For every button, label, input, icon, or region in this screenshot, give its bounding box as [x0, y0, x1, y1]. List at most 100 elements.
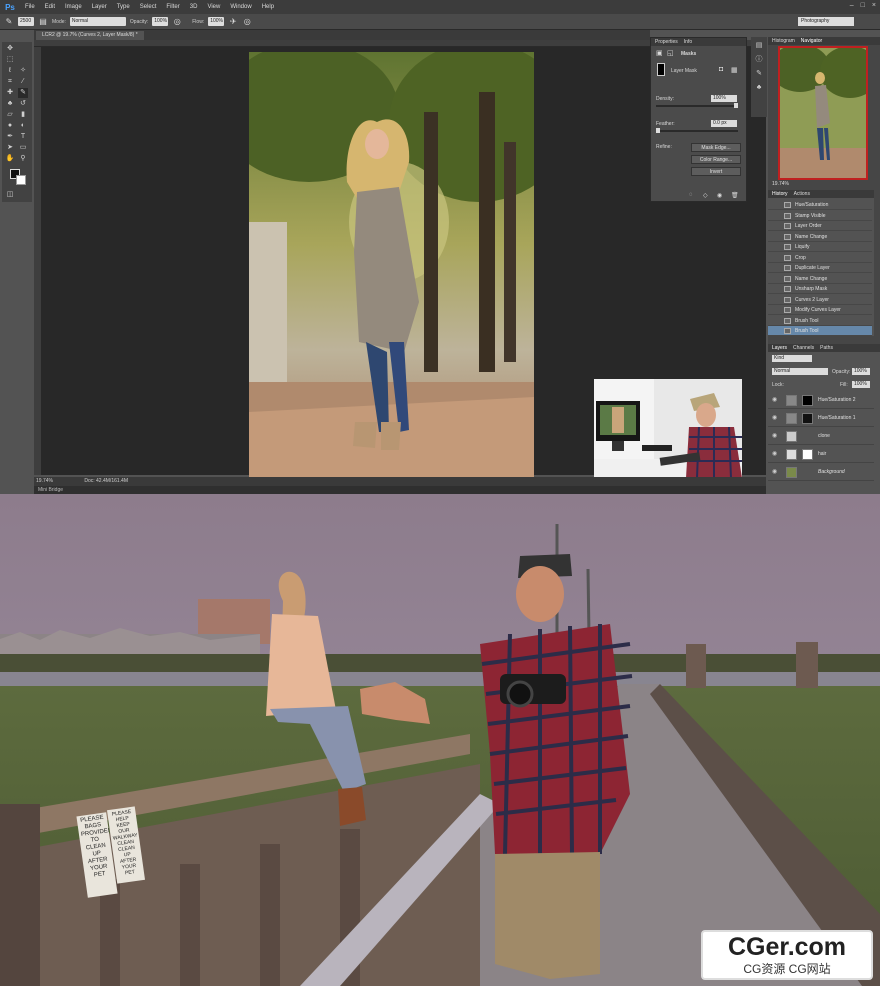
invert-button[interactable]: Invert: [691, 167, 741, 176]
tab-history[interactable]: History: [772, 190, 788, 198]
history-item[interactable]: Name Change: [768, 232, 872, 242]
apply-mask-icon[interactable]: ◇: [703, 192, 708, 199]
history-item[interactable]: Crop: [768, 253, 872, 263]
layer-filter-select[interactable]: Kind: [772, 355, 812, 362]
history-item[interactable]: Curves 2 Layer: [768, 295, 872, 305]
eye-icon[interactable]: ◉: [772, 410, 777, 427]
zoom-tool-icon[interactable]: ⚲: [18, 154, 28, 164]
blend-mode-select[interactable]: Normal: [772, 368, 828, 375]
opacity-field[interactable]: 100%: [152, 17, 169, 26]
feather-slider-handle[interactable]: [656, 128, 660, 133]
gradient-tool-icon[interactable]: ▮: [18, 110, 28, 120]
menu-view[interactable]: View: [202, 4, 225, 10]
load-selection-icon[interactable]: ◌: [689, 192, 693, 198]
layer-row[interactable]: ◉ Hue/Saturation 1: [768, 410, 874, 427]
history-item[interactable]: Modify Curves Layer: [768, 305, 872, 315]
layer-mask-thumbnail[interactable]: [802, 395, 813, 406]
marquee-tool-icon[interactable]: ⬚: [5, 55, 15, 65]
layer-mask-thumbnail[interactable]: [802, 449, 813, 460]
menu-type[interactable]: Type: [112, 4, 135, 10]
vector-mask-icon[interactable]: ◱: [667, 49, 674, 57]
history-item[interactable]: Hue/Saturation: [768, 200, 872, 210]
density-field[interactable]: 100%: [711, 95, 737, 102]
info-panel-icon[interactable]: ⓘ: [754, 55, 764, 65]
color-range-button[interactable]: Color Range...: [691, 155, 741, 164]
fill-field[interactable]: 100%: [852, 381, 870, 388]
pen-tool-icon[interactable]: ✒: [5, 132, 15, 142]
eye-icon[interactable]: ◉: [772, 392, 777, 409]
type-tool-icon[interactable]: T: [18, 132, 28, 142]
doc-size-readout[interactable]: Doc: 42.4M/161.4M: [84, 478, 128, 484]
crop-tool-icon[interactable]: ⌗: [5, 77, 15, 87]
clone-source-icon[interactable]: ♣: [754, 83, 764, 93]
pressure-opacity-icon[interactable]: ◎: [172, 17, 182, 27]
tab-layers[interactable]: Layers: [772, 344, 787, 352]
eraser-tool-icon[interactable]: ▱: [5, 110, 15, 120]
layers-opacity-field[interactable]: 100%: [852, 368, 870, 375]
airbrush-icon[interactable]: ✈: [228, 17, 238, 27]
eye-icon[interactable]: ◉: [772, 446, 777, 463]
hand-tool-icon[interactable]: ✋: [5, 154, 15, 164]
brush-presets-icon[interactable]: ✎: [754, 69, 764, 79]
layer-row[interactable]: ◉ Background: [768, 464, 874, 481]
feather-field[interactable]: 0.0 px: [711, 120, 737, 127]
history-item[interactable]: Stamp Visible: [768, 211, 872, 221]
path-select-tool-icon[interactable]: ➤: [5, 143, 15, 153]
disable-mask-icon[interactable]: ◉: [717, 192, 722, 199]
healing-tool-icon[interactable]: ✚: [5, 88, 15, 98]
navigator-preview[interactable]: [778, 46, 868, 180]
menu-image[interactable]: Image: [60, 4, 87, 10]
feather-slider[interactable]: [656, 130, 738, 132]
history-item[interactable]: Layer Order: [768, 221, 872, 231]
clone-stamp-tool-icon[interactable]: ♣: [5, 99, 15, 109]
menu-window[interactable]: Window: [225, 4, 256, 10]
menu-help[interactable]: Help: [257, 4, 279, 10]
menu-3d[interactable]: 3D: [185, 4, 203, 10]
move-tool-icon[interactable]: ✥: [5, 44, 15, 54]
brush-tool-icon[interactable]: ✎: [18, 88, 28, 98]
canvas-image[interactable]: [249, 52, 534, 478]
eyedropper-tool-icon[interactable]: ⁄: [18, 77, 28, 87]
tab-info[interactable]: Info: [684, 38, 692, 46]
quick-select-tool-icon[interactable]: ✧: [18, 66, 28, 76]
mini-bridge-bar[interactable]: Mini Bridge: [34, 486, 766, 494]
history-item[interactable]: Duplicate Layer: [768, 263, 872, 273]
shape-tool-icon[interactable]: ▭: [18, 143, 28, 153]
brush-size-field[interactable]: 2500: [18, 17, 34, 26]
dodge-tool-icon[interactable]: ◐: [18, 121, 28, 131]
tab-paths[interactable]: Paths: [820, 344, 833, 352]
layer-row[interactable]: ◉ Hue/Saturation 2: [768, 392, 874, 409]
zoom-readout[interactable]: 19.74%: [36, 478, 53, 484]
layer-row[interactable]: ◉ hair: [768, 446, 874, 463]
menu-filter[interactable]: Filter: [161, 4, 184, 10]
history-item[interactable]: Unsharp Mask: [768, 284, 872, 294]
layer-mask-thumbnail[interactable]: [802, 413, 813, 424]
brush-panel-icon[interactable]: ▤: [38, 17, 48, 27]
minimize-button[interactable]: –: [850, 2, 854, 9]
delete-mask-icon[interactable]: 🗑: [731, 192, 739, 199]
mode-select[interactable]: Normal: [69, 17, 126, 26]
brush-tool-preset-icon[interactable]: ✎: [4, 17, 14, 27]
add-mask-icon[interactable]: ▦: [731, 66, 738, 74]
workspace-select[interactable]: Photography: [798, 17, 854, 26]
history-item[interactable]: Name Change: [768, 274, 872, 284]
close-button[interactable]: ×: [872, 2, 876, 9]
tab-navigator[interactable]: Navigator: [801, 37, 822, 45]
history-item[interactable]: Brush Tool: [768, 316, 872, 326]
menu-layer[interactable]: Layer: [87, 4, 112, 10]
quick-mask-icon[interactable]: ◫: [5, 190, 15, 200]
history-brush-tool-icon[interactable]: ↺: [18, 99, 28, 109]
maximize-button[interactable]: □: [861, 2, 865, 9]
pixel-mask-icon[interactable]: ▣: [656, 49, 663, 57]
document-tab[interactable]: LCR2 @ 19.7% (Curves 2, Layer Mask/8) *: [36, 31, 144, 40]
tab-channels[interactable]: Channels: [793, 344, 814, 352]
density-slider[interactable]: [656, 105, 738, 107]
navigator-zoom[interactable]: 19.74%: [772, 181, 789, 187]
tab-histogram[interactable]: Histogram: [772, 37, 795, 45]
eye-icon[interactable]: ◉: [772, 464, 777, 481]
history-item[interactable]: Brush Tool: [768, 326, 872, 336]
history-panel-icon[interactable]: ▤: [754, 41, 764, 51]
flow-field[interactable]: 100%: [208, 17, 225, 26]
tab-actions[interactable]: Actions: [794, 190, 810, 198]
menu-edit[interactable]: Edit: [40, 4, 60, 10]
